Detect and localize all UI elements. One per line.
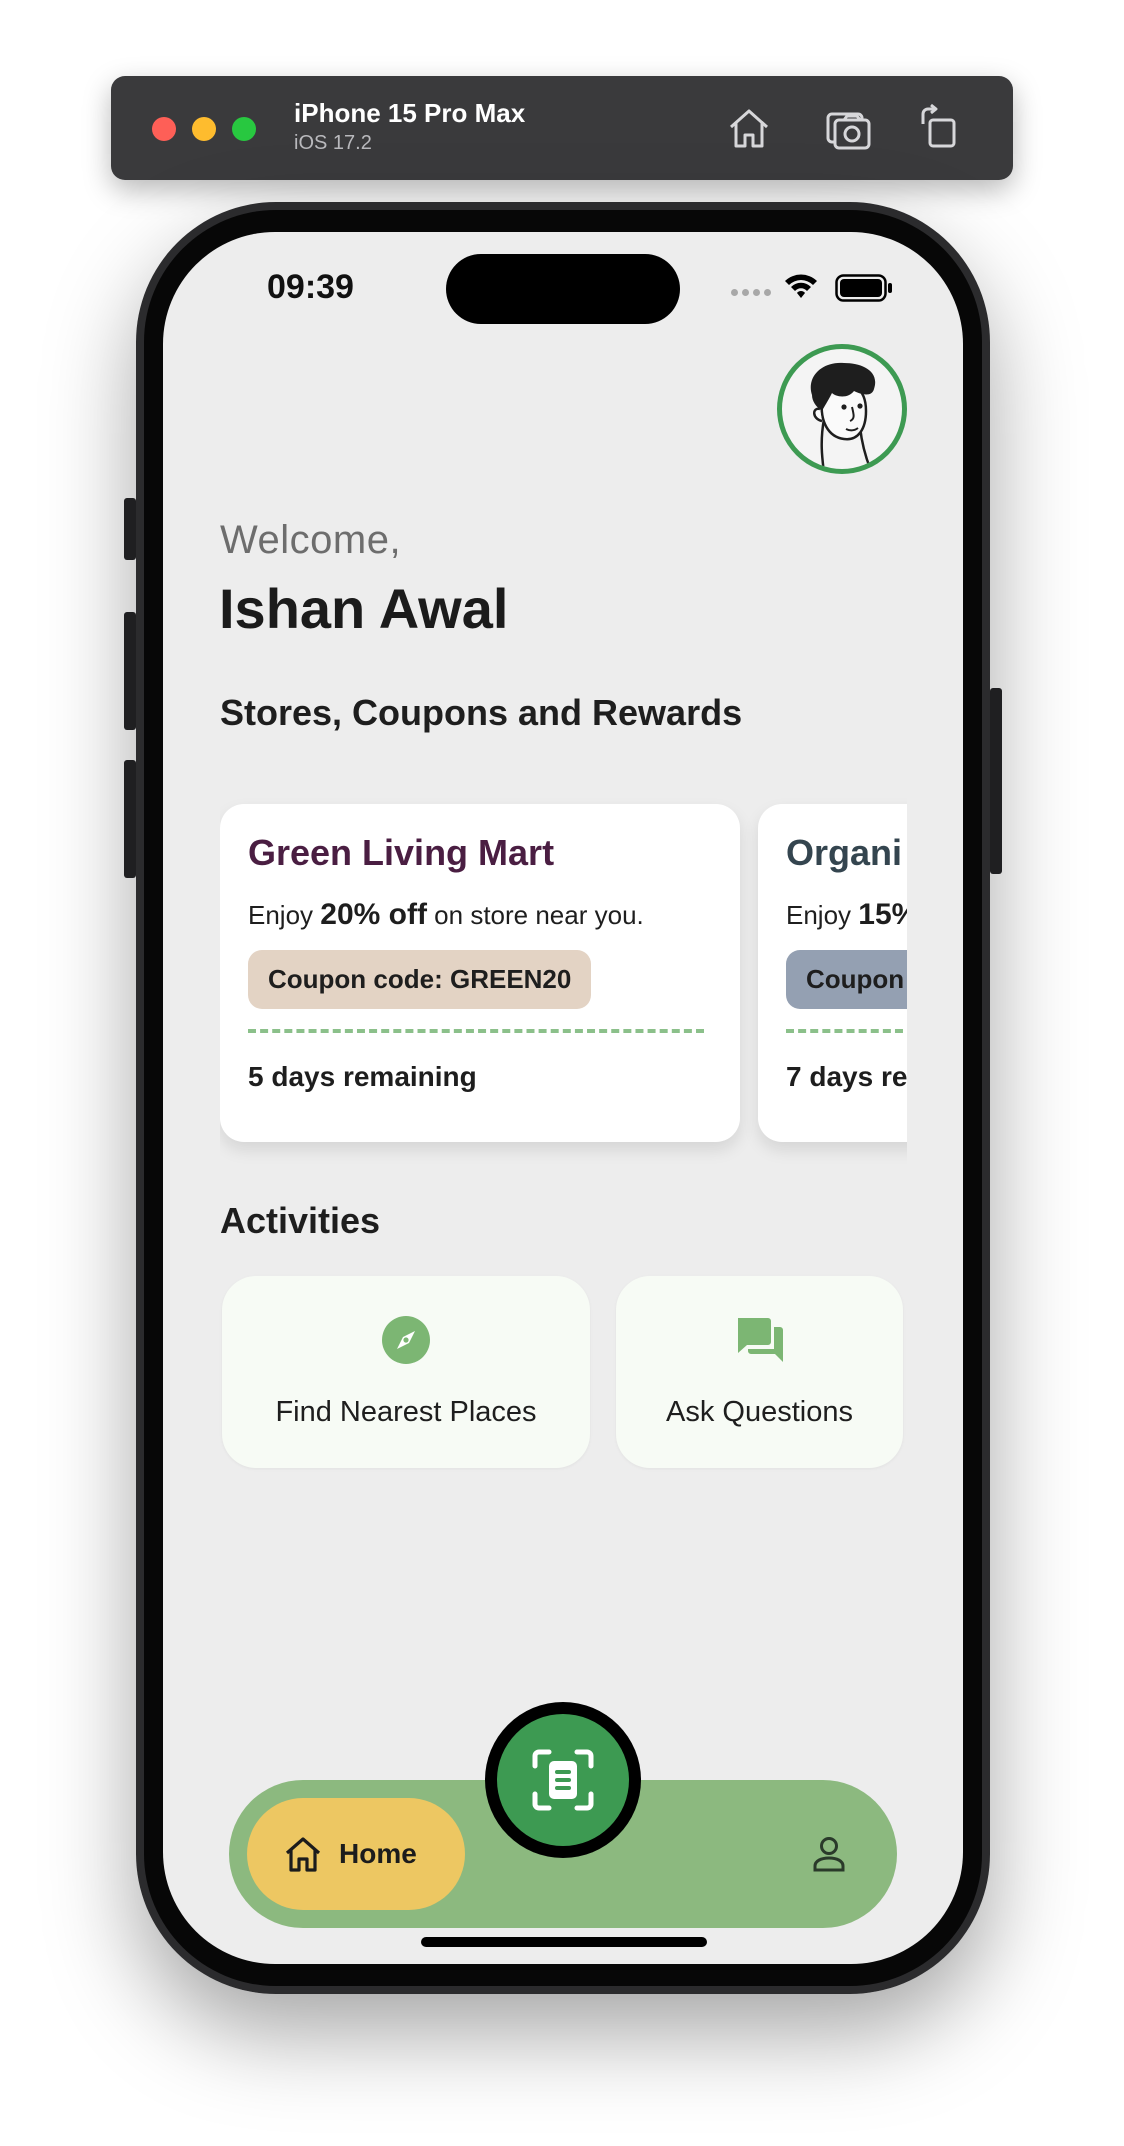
status-time: 09:39: [267, 268, 354, 306]
coupon-card[interactable]: Green Living Mart Enjoy 20% off on store…: [220, 804, 740, 1142]
action-button[interactable]: [124, 498, 136, 560]
device-name: iPhone 15 Pro Max: [294, 98, 526, 128]
compass-icon: [382, 1316, 430, 1364]
coupon-code-badge[interactable]: Coupon: [786, 950, 907, 1009]
power-button[interactable]: [990, 688, 1002, 874]
coupon-code-badge[interactable]: Coupon code: GREEN20: [248, 950, 592, 1009]
nav-home-label: Home: [339, 1838, 417, 1869]
home-icon: [285, 1837, 321, 1872]
discount-value: 15%: [858, 898, 907, 931]
scan-button-inner: [497, 1714, 629, 1846]
volume-down-button[interactable]: [124, 760, 136, 878]
home-indicator[interactable]: [421, 1937, 707, 1947]
ask-questions-button[interactable]: Ask Questions: [616, 1276, 903, 1468]
coupons-section-title: Stores, Coupons and Rewards: [220, 692, 743, 733]
chat-icon: [737, 1318, 783, 1362]
avatar-illustration: [810, 362, 876, 469]
store-name: Green Living Mart: [248, 832, 555, 873]
discount-value: 20% off: [320, 898, 427, 931]
user-name: Ishan Awal: [219, 577, 509, 640]
offer-text: Enjoy 20% off on store near you.: [248, 898, 644, 931]
days-remaining: 5 days remaining: [248, 1061, 477, 1092]
activities-section-title: Activities: [220, 1200, 381, 1241]
signal-dots-icon: [731, 289, 771, 296]
screenshot-icon[interactable]: [823, 102, 875, 154]
dynamic-island: [446, 254, 680, 324]
activity-label: Ask Questions: [666, 1396, 853, 1428]
battery-icon: [835, 274, 892, 302]
find-nearest-places-button[interactable]: Find Nearest Places: [222, 1276, 590, 1468]
close-window-button[interactable]: [152, 117, 176, 141]
simulator-stage: iPhone 15 Pro Max iOS 17.2 09:39 Welcome…: [0, 0, 1124, 2146]
app-screen: 09:39 Welcome, Ishan Awal Stores, Coupon…: [163, 232, 963, 1964]
avatar[interactable]: [777, 344, 907, 474]
home-icon[interactable]: [723, 102, 775, 154]
rotate-icon[interactable]: [915, 102, 967, 154]
offer-text: Enjoy 15%: [786, 898, 907, 932]
simulator-toolbar: iPhone 15 Pro Max iOS 17.2: [111, 76, 1013, 180]
store-name: Organi: [786, 832, 903, 873]
dashed-divider: [786, 1029, 907, 1033]
scan-button[interactable]: [485, 1702, 641, 1858]
person-icon[interactable]: [807, 1832, 851, 1876]
wifi-icon: [785, 274, 817, 298]
volume-up-button[interactable]: [124, 612, 136, 730]
coupon-carousel[interactable]: Green Living Mart Enjoy 20% off on store…: [220, 796, 907, 1176]
nav-home-button[interactable]: Home: [247, 1798, 465, 1910]
minimize-window-button[interactable]: [192, 117, 216, 141]
days-remaining: 7 days re: [786, 1061, 907, 1092]
zoom-window-button[interactable]: [232, 117, 256, 141]
os-version: iOS 17.2: [294, 132, 372, 154]
activity-label: Find Nearest Places: [275, 1396, 537, 1428]
scan-document-icon: [532, 1749, 594, 1811]
dashed-divider: [248, 1029, 704, 1033]
welcome-text: Welcome,: [220, 518, 402, 562]
coupon-card[interactable]: Organi Enjoy 15% Coupon 7 days re: [758, 804, 907, 1142]
